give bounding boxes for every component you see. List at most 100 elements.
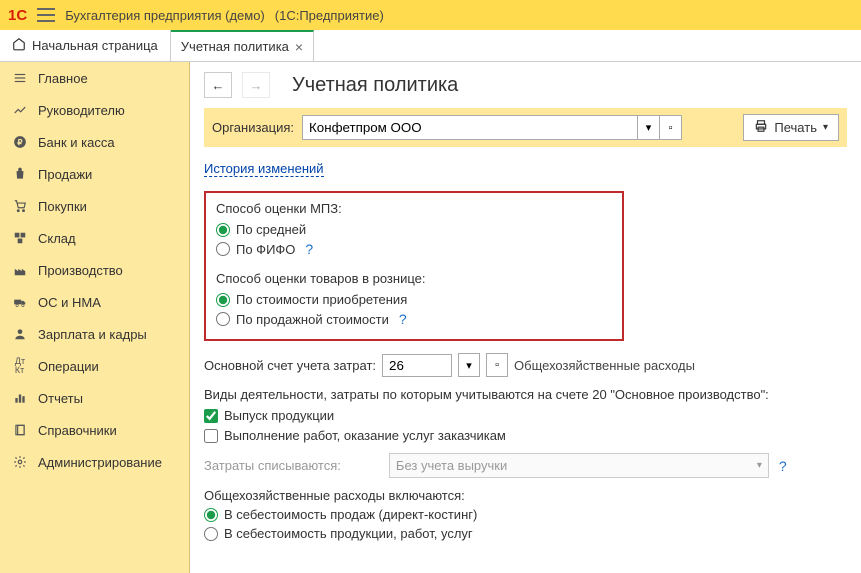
org-label: Организация: xyxy=(212,120,294,135)
cart-icon xyxy=(12,198,28,214)
history-link[interactable]: История изменений xyxy=(204,161,324,177)
account-dropdown-button[interactable]: ▾ xyxy=(458,353,480,377)
organization-row: Организация: ▾ ▫ Печать ▾ xyxy=(204,108,847,147)
help-icon[interactable]: ? xyxy=(779,458,787,474)
sidebar: Главное Руководителю ₽ Банк и касса Продажи П… xyxy=(0,62,190,573)
gen-expenses-label: Общехозяйственные расходы включаются: xyxy=(204,488,847,503)
logo-1c: 1C xyxy=(8,7,27,24)
sidebar-item-5[interactable]: Склад xyxy=(0,222,189,254)
tab-close-icon[interactable]: × xyxy=(295,39,303,55)
sidebar-item-label: Администрирование xyxy=(38,455,162,470)
sidebar-item-6[interactable]: Производство xyxy=(0,254,189,286)
account-input[interactable] xyxy=(382,354,452,377)
sidebar-item-8[interactable]: Зарплата и кадры xyxy=(0,318,189,350)
radio-gen-direct[interactable] xyxy=(204,508,218,522)
content-area: ← → Учетная политика Организация: ▾ ▫ Пе… xyxy=(190,62,861,573)
sidebar-item-4[interactable]: Покупки xyxy=(0,190,189,222)
sidebar-item-label: Зарплата и кадры xyxy=(38,327,147,342)
tab-accounting-policy[interactable]: Учетная политика × xyxy=(171,30,314,61)
radio-gen-cost[interactable] xyxy=(204,527,218,541)
help-icon[interactable]: ? xyxy=(399,311,407,327)
titlebar: 1C Бухгалтерия предприятия (демо) (1С:Пр… xyxy=(0,0,861,30)
sidebar-item-label: Руководителю xyxy=(38,103,125,118)
radio-mpz-average[interactable] xyxy=(216,223,230,237)
org-dropdown-button[interactable]: ▾ xyxy=(638,115,660,140)
writeoff-select-disabled: Без учета выручки ▾ xyxy=(389,453,769,478)
svg-text:₽: ₽ xyxy=(17,138,22,147)
writeoff-label: Затраты списываются: xyxy=(204,458,341,473)
menu-icon xyxy=(12,70,28,86)
sidebar-item-3[interactable]: Продажи xyxy=(0,158,189,190)
sidebar-item-11[interactable]: Справочники xyxy=(0,414,189,446)
page-title: Учетная политика xyxy=(292,74,458,97)
sidebar-item-10[interactable]: Отчеты xyxy=(0,382,189,414)
radio-mpz-fifo[interactable] xyxy=(216,242,230,256)
nav-back-button[interactable]: ← xyxy=(204,72,232,98)
radio-retail-sale-label: По продажной стоимости xyxy=(236,312,389,327)
home-icon xyxy=(12,37,26,54)
checkbox-output-label: Выпуск продукции xyxy=(224,408,334,423)
gear-icon xyxy=(12,454,28,470)
platform-name: (1С:Предприятие) xyxy=(275,8,384,23)
sidebar-item-label: Операции xyxy=(38,359,99,374)
print-button[interactable]: Печать ▾ xyxy=(743,114,839,141)
account-description: Общехозяйственные расходы xyxy=(514,358,695,373)
help-icon[interactable]: ? xyxy=(305,241,313,257)
retail-label: Способ оценки товаров в рознице: xyxy=(216,271,612,286)
radio-retail-cost[interactable] xyxy=(216,293,230,307)
radio-gen-cost-label: В себестоимость продукции, работ, услуг xyxy=(224,526,473,541)
mpz-label: Способ оценки МПЗ: xyxy=(216,201,612,216)
tab-label: Учетная политика xyxy=(181,39,289,54)
sidebar-item-label: Производство xyxy=(38,263,123,278)
sidebar-item-label: Отчеты xyxy=(38,391,83,406)
sidebar-item-9[interactable]: ДтКт Операции xyxy=(0,350,189,382)
print-label: Печать xyxy=(774,120,817,135)
boxes-icon xyxy=(12,230,28,246)
chart-icon xyxy=(12,102,28,118)
radio-gen-direct-label: В себестоимость продаж (директ-костинг) xyxy=(224,507,477,522)
sidebar-item-0[interactable]: Главное xyxy=(0,62,189,94)
book-icon xyxy=(12,422,28,438)
activities-label: Виды деятельности, затраты по которым уч… xyxy=(204,387,847,402)
home-tab-label: Начальная страница xyxy=(32,38,158,53)
factory-icon xyxy=(12,262,28,278)
sidebar-item-label: Покупки xyxy=(38,199,87,214)
print-icon xyxy=(754,119,768,136)
checkbox-works-label: Выполнение работ, оказание услуг заказчи… xyxy=(224,428,506,443)
radio-mpz-average-label: По средней xyxy=(236,222,306,237)
radio-retail-sale[interactable] xyxy=(216,312,230,326)
person-icon xyxy=(12,326,28,342)
sidebar-item-label: Справочники xyxy=(38,423,117,438)
sidebar-item-label: Банк и касса xyxy=(38,135,115,150)
sidebar-item-label: Главное xyxy=(38,71,88,86)
ruble-icon: ₽ xyxy=(12,134,28,150)
bag-icon xyxy=(12,166,28,182)
main-menu-icon[interactable] xyxy=(37,8,55,22)
checkbox-works[interactable] xyxy=(204,429,218,443)
sidebar-item-12[interactable]: Администрирование xyxy=(0,446,189,478)
sidebar-item-1[interactable]: Руководителю xyxy=(0,94,189,126)
sidebar-item-label: Склад xyxy=(38,231,76,246)
sidebar-item-label: Продажи xyxy=(38,167,92,182)
bars-icon xyxy=(12,390,28,406)
radio-mpz-fifo-label: По ФИФО xyxy=(236,242,295,257)
app-name: Бухгалтерия предприятия (демо) xyxy=(65,8,265,23)
home-tab[interactable]: Начальная страница xyxy=(0,30,171,61)
account-open-button[interactable]: ▫ xyxy=(486,353,508,377)
chevron-down-icon: ▾ xyxy=(823,122,828,133)
tabs-row: Начальная страница Учетная политика × xyxy=(0,30,861,62)
account-label: Основной счет учета затрат: xyxy=(204,358,376,373)
org-open-button[interactable]: ▫ xyxy=(660,115,682,140)
writeoff-placeholder: Без учета выручки xyxy=(396,458,507,473)
sidebar-item-7[interactable]: ОС и НМА xyxy=(0,286,189,318)
org-input[interactable] xyxy=(302,115,638,140)
doc-icon: ДтКт xyxy=(12,358,28,374)
sidebar-item-label: ОС и НМА xyxy=(38,295,101,310)
checkbox-output[interactable] xyxy=(204,409,218,423)
chevron-down-icon: ▾ xyxy=(757,460,762,471)
nav-forward-button: → xyxy=(242,72,270,98)
sidebar-item-2[interactable]: ₽ Банк и касса xyxy=(0,126,189,158)
highlighted-settings-box: Способ оценки МПЗ: По средней По ФИФО ? … xyxy=(204,191,624,341)
radio-retail-cost-label: По стоимости приобретения xyxy=(236,292,407,307)
truck-icon xyxy=(12,294,28,310)
